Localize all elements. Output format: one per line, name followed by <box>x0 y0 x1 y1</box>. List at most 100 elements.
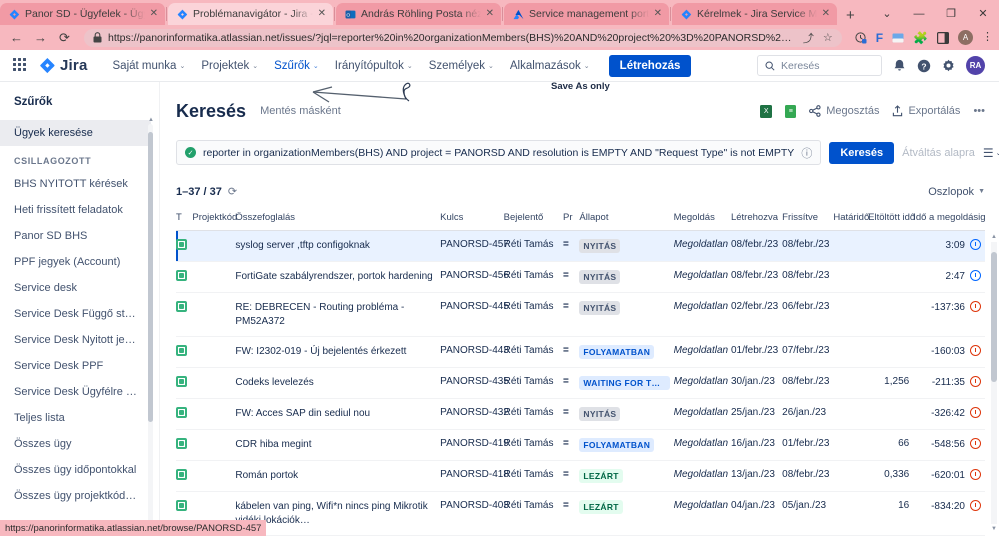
main-scrollbar[interactable]: ▲ ▼ <box>991 234 997 532</box>
window-close-icon[interactable]: ✕ <box>967 5 999 23</box>
column-header[interactable]: Határidő <box>833 212 869 231</box>
sidebar-item[interactable]: Service Desk Függő státuszú… <box>0 301 151 327</box>
tab-close-icon[interactable]: ✕ <box>150 9 158 19</box>
side-panel-icon[interactable] <box>937 31 949 44</box>
window-minimize-to-tray-icon[interactable]: ⌄ <box>871 5 903 23</box>
table-row[interactable]: FW: I2302-019 - Új bejelentés érkezett PA… <box>176 336 985 368</box>
column-header[interactable]: T <box>176 212 193 231</box>
table-row[interactable]: FortiGate szabályrendszer, portok harden… <box>176 261 985 293</box>
browser-tab[interactable]: Kérelmek - Jira Service Managem ✕ <box>672 3 837 25</box>
browser-tab[interactable]: Service management portal clien ✕ <box>504 3 669 25</box>
column-header[interactable]: Állapot <box>579 212 674 231</box>
settings-gear-icon[interactable] <box>942 59 955 72</box>
sidebar-item[interactable]: Összes ügy projektkódokkal <box>0 483 151 509</box>
scroll-up-arrow-icon[interactable]: ▲ <box>148 117 154 123</box>
table-row[interactable]: Román portok PANORSD-418 Réti Tamás = LEZÁRT… <box>176 460 985 492</box>
f-extension-icon[interactable]: F <box>876 32 883 44</box>
row-summary-cell[interactable]: syslog server ,tftp configoknak <box>235 230 441 262</box>
nav-item-alkalmazások[interactable]: Alkalmazások ⌄ <box>502 56 598 76</box>
row-key-cell[interactable]: PANORSD-432 <box>440 398 509 430</box>
main-scroll-thumb[interactable] <box>991 252 997 382</box>
row-summary-cell[interactable]: Román portok <box>235 460 441 492</box>
sidebar-item-search-issues[interactable]: Ügyek keresése <box>0 120 151 146</box>
row-summary-cell[interactable]: Codeks levelezés <box>235 367 441 399</box>
row-key-cell[interactable]: PANORSD-419 <box>440 429 509 461</box>
save-as-button[interactable]: Mentés másként <box>260 105 341 117</box>
question-icon[interactable]: ⓘ <box>801 145 812 161</box>
create-button[interactable]: Létrehozás <box>608 54 692 77</box>
clock-check-icon[interactable] <box>855 31 867 44</box>
more-actions-icon[interactable]: ••• <box>973 105 985 117</box>
column-header[interactable]: Létrehozva <box>730 212 783 231</box>
chrome-menu-dots-icon[interactable]: ⋮ <box>982 32 993 42</box>
row-key-cell[interactable]: PANORSD-445 <box>440 292 509 337</box>
window-maximize-icon[interactable]: ❐ <box>935 5 967 23</box>
table-row[interactable]: RE: DEBRECEN - Routing probléma - PM52A3… <box>176 292 985 337</box>
tab-close-icon[interactable]: ✕ <box>654 9 662 19</box>
sidebar-item[interactable]: PPF jegyek (Account) <box>0 249 151 275</box>
jql-search-button[interactable]: Keresés <box>829 141 895 164</box>
column-header[interactable]: Frissítve <box>782 212 834 231</box>
column-header[interactable]: Megoldás <box>673 212 731 231</box>
notifications-icon[interactable] <box>893 59 906 72</box>
column-header[interactable]: Pr <box>563 212 580 231</box>
excel-export-icon[interactable]: X <box>760 104 773 118</box>
google-sheets-icon[interactable]: ≡ <box>785 104 797 118</box>
column-header[interactable]: Összefoglalás <box>235 212 441 231</box>
user-avatar[interactable]: RA <box>966 56 985 75</box>
sidebar-item[interactable]: Panor SD BHS <box>0 223 151 249</box>
row-summary-cell[interactable]: FW: I2302-019 - Új bejelentés érkezett <box>235 336 441 368</box>
share-page-icon[interactable]: ⤴ <box>803 30 814 46</box>
row-summary-cell[interactable]: FortiGate szabályrendszer, portok harden… <box>235 261 441 293</box>
row-key-cell[interactable]: PANORSD-456 <box>440 261 509 293</box>
sidebar-item[interactable]: Service Desk Ügyfélre vár je… <box>0 379 151 405</box>
help-icon[interactable]: ? <box>917 59 931 73</box>
table-row[interactable]: CDR hiba megint PANORSD-419 Réti Tamás = FOL… <box>176 429 985 461</box>
row-key-cell[interactable]: PANORSD-457 <box>440 230 509 262</box>
save-extension-icon[interactable] <box>892 32 904 44</box>
browser-tab[interactable]: O András Röhling Posta nézete – O ✕ <box>336 3 501 25</box>
tab-close-icon[interactable]: ✕ <box>486 9 494 19</box>
apps-grid-icon[interactable] <box>13 57 29 74</box>
main-scroll-down-icon[interactable]: ▼ <box>991 526 997 532</box>
sidebar-scrollbar[interactable]: ▲ <box>148 117 154 530</box>
tab-close-icon[interactable]: ✕ <box>822 9 830 19</box>
column-header[interactable]: Projektkód <box>192 212 237 231</box>
row-key-cell[interactable]: PANORSD-418 <box>440 460 509 492</box>
jira-logo[interactable]: Jira <box>39 57 88 74</box>
sidebar-item[interactable]: Service desk <box>0 275 151 301</box>
column-header[interactable]: Eltöltött idő <box>868 212 915 231</box>
column-header[interactable]: Kulcs <box>440 212 504 231</box>
extensions-puzzle-icon[interactable]: 🧩 <box>913 32 928 44</box>
sidebar-item[interactable]: Heti frissített feladatok <box>0 197 151 223</box>
sidebar-item[interactable]: BHS NYITOTT kérések <box>0 171 151 197</box>
reload-icon[interactable]: ⟳ <box>54 30 75 46</box>
row-summary-cell[interactable]: CDR hiba megint <box>235 429 441 461</box>
tab-close-icon[interactable]: ✕ <box>318 9 326 19</box>
nav-item-saját-munka[interactable]: Saját munka ⌄ <box>105 56 194 76</box>
nav-item-szűrők[interactable]: Szűrők ⌄ <box>266 56 327 76</box>
column-header[interactable]: Bejelentő <box>503 212 564 231</box>
browser-tab[interactable]: Problémanavigátor - Jira - Panor ✕ <box>168 3 333 25</box>
row-key-cell[interactable]: PANORSD-403 <box>440 491 509 536</box>
new-tab-button[interactable]: + <box>837 8 864 25</box>
switch-to-basic-button[interactable]: Átváltás alapra <box>902 147 975 159</box>
forward-icon[interactable]: → <box>30 30 51 45</box>
bookmark-star-icon[interactable]: ☆ <box>823 31 833 44</box>
sidebar-scroll-thumb[interactable] <box>148 132 153 422</box>
global-search-input[interactable]: Keresés <box>757 55 882 76</box>
sidebar-item[interactable]: Összes ügy időpontokkal <box>0 457 151 483</box>
table-row[interactable]: FW: Acces SAP din sediul nou PANORSD-432 R… <box>176 398 985 430</box>
columns-button[interactable]: Oszlopok ▼ <box>928 186 985 198</box>
nav-item-projektek[interactable]: Projektek ⌄ <box>193 56 266 76</box>
table-row[interactable]: kábelen van ping, Wifi*n nincs ping Mikr… <box>176 491 985 536</box>
sidebar-item[interactable]: Teljes lista <box>0 405 151 431</box>
table-row[interactable]: syslog server ,tftp configoknak PANORSD-4… <box>176 230 985 262</box>
back-icon[interactable]: ← <box>6 30 27 45</box>
nav-item-személyek[interactable]: Személyek ⌄ <box>421 56 502 76</box>
list-menu-icon[interactable]: ☰ ⌄ <box>983 146 999 160</box>
main-scroll-up-icon[interactable]: ▲ <box>991 234 997 240</box>
table-row[interactable]: Codeks levelezés PANORSD-435 Réti Tamás = WA… <box>176 367 985 399</box>
sidebar-item[interactable]: Service Desk Nyitott jegyek <box>0 327 151 353</box>
row-key-cell[interactable]: PANORSD-443 <box>440 336 509 368</box>
